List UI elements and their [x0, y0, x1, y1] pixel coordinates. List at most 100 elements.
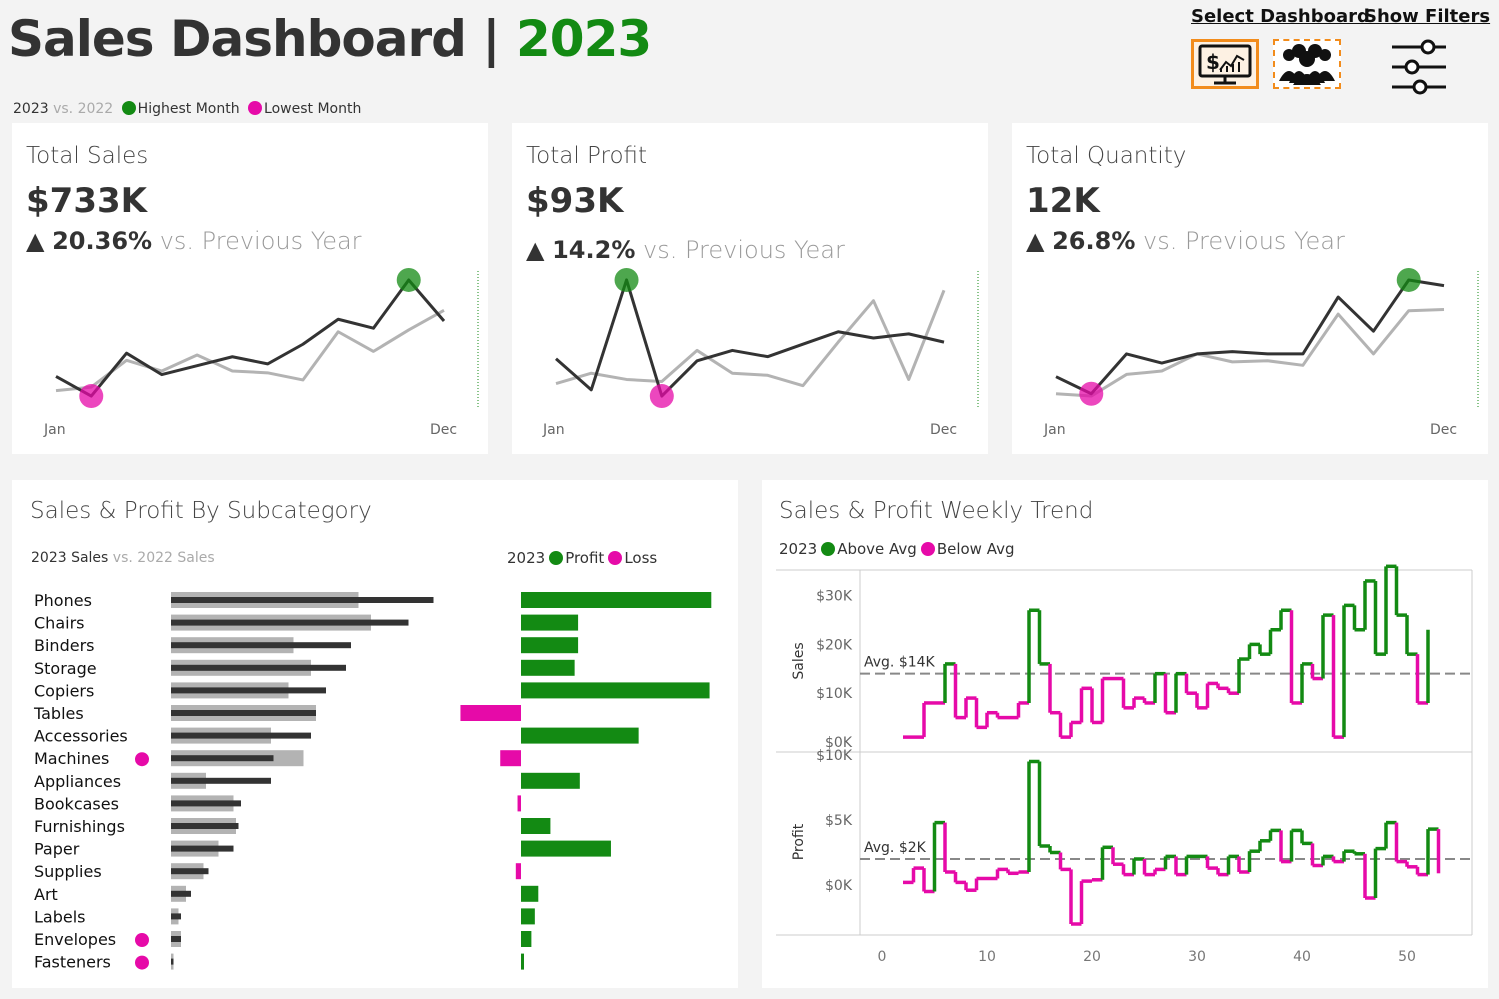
average-label: Avg. $2K: [864, 840, 927, 856]
sales-dashboard-button[interactable]: $: [1191, 39, 1259, 89]
bar-profit: [521, 931, 532, 947]
legend-current-year: 2023: [13, 101, 49, 117]
legend-lowest: Lowest Month: [264, 101, 362, 117]
legend-previous-year: 2022: [77, 101, 114, 117]
x-axis-end: Dec: [930, 422, 958, 438]
series-line-2023: [55, 278, 446, 398]
category-label: Accessories: [34, 727, 128, 746]
x-tick-label: 10: [978, 949, 996, 965]
bar-2023-sales: [171, 664, 346, 671]
legend-vs: vs.: [53, 101, 74, 117]
show-filters-label[interactable]: Show Filters: [1364, 6, 1490, 27]
bar-2023-sales: [171, 913, 181, 920]
bar-profit: [521, 637, 579, 654]
y-tick-label: $5K: [825, 813, 853, 829]
kpi-legend: 2023 vs. 2022 Highest Month Lowest Month: [13, 101, 361, 117]
x-axis-start: Jan: [1044, 422, 1066, 438]
category-label: Bookcases: [34, 794, 119, 813]
bar-profit: [521, 772, 580, 789]
subcategory-bar-chart: Phones Chairs Binders Storage Copiers Tables A…: [33, 591, 712, 972]
people-group-icon: [1279, 44, 1335, 85]
y-axis-title: Sales: [791, 642, 807, 679]
filters-sliders-icon[interactable]: [1390, 38, 1448, 96]
page-title: Sales Dashboard | 2023: [8, 10, 652, 68]
category-label: Paper: [34, 840, 80, 859]
weekly-trend-chart: $0K$10K$20K$30KSales Avg. $14K$0K$5K$10KP…: [776, 564, 1473, 965]
highest-month-dot: [121, 101, 136, 115]
bar-2023-sales: [171, 777, 271, 784]
bar-profit: [521, 614, 579, 631]
bar-profit: [515, 863, 521, 880]
select-dashboard-label[interactable]: Select Dashboard: [1191, 6, 1370, 27]
x-axis-start: Jan: [543, 422, 565, 438]
bar-profit: [460, 705, 521, 721]
quantity-sparkline-chart: [1055, 267, 1479, 409]
x-tick-label: 40: [1293, 949, 1311, 965]
monitor-dollar-icon: $: [1198, 44, 1252, 85]
x-axis-end: Dec: [1430, 422, 1458, 438]
x-tick-label: 0: [878, 949, 887, 965]
highest-month-marker: [614, 267, 639, 292]
highest-month-marker: [396, 267, 421, 292]
loss-flag-dot: [135, 933, 149, 947]
category-label: Binders: [34, 636, 94, 655]
y-tick-label: $0K: [825, 878, 853, 894]
bar-profit: [521, 659, 575, 676]
bar-profit: [521, 592, 712, 608]
legend-highest: Highest Month: [137, 101, 240, 117]
lowest-month-marker: [649, 384, 674, 409]
weekly-trend-card: Sales & Profit Weekly Trend 2023 Above Av…: [762, 480, 1488, 988]
bar-profit: [521, 885, 539, 902]
kpi-card-quantity: Total Quantity 12K ▲ 26.8% vs. Previous …: [1012, 123, 1488, 454]
category-label: Furnishings: [34, 817, 125, 836]
highest-month-marker: [1396, 267, 1421, 292]
category-label: Storage: [34, 659, 97, 678]
loss-flag-dot: [135, 752, 149, 767]
series-line-2022: [55, 309, 445, 393]
bar-2023-sales: [171, 732, 311, 739]
bar-2023-sales: [171, 687, 326, 694]
x-tick-label: 30: [1188, 949, 1206, 965]
category-label: Tables: [33, 704, 84, 723]
bar-2023-sales: [171, 597, 434, 603]
category-label: Phones: [34, 591, 92, 610]
bar-2023-sales: [171, 800, 241, 807]
y-tick-label: $20K: [816, 637, 853, 653]
bar-profit: [521, 682, 710, 699]
y-tick-label: $10K: [816, 686, 853, 702]
subcategory-card: Sales & Profit By Subcategory 2023 Sales…: [12, 480, 738, 988]
x-axis-start: Jan: [44, 422, 66, 438]
bar-2023-sales: [171, 868, 209, 875]
category-label: Appliances: [34, 772, 121, 791]
bar-2023-sales: [171, 936, 181, 942]
bar-profit: [521, 840, 611, 857]
x-axis-end: Dec: [430, 422, 458, 438]
profit-sparkline-chart: [555, 267, 979, 409]
bar-2023-sales: [171, 755, 274, 762]
lowest-month-dot: [248, 101, 263, 115]
bar-profit: [521, 953, 524, 970]
kpi-card-profit: Total Profit $93K ▲ 14.2% vs. Previous Y…: [512, 123, 988, 454]
x-tick-label: 20: [1083, 949, 1101, 965]
average-label: Avg. $14K: [864, 655, 936, 671]
title-text: Sales Dashboard |: [8, 10, 501, 68]
sales-sparkline-chart: [55, 267, 479, 409]
bar-2023-sales: [171, 710, 316, 716]
title-year: 2023: [516, 10, 652, 68]
category-label: Fasteners: [34, 953, 111, 972]
y-tick-label: $30K: [816, 589, 853, 605]
bar-profit: [500, 750, 521, 767]
bar-profit: [521, 818, 551, 834]
customer-dashboard-button[interactable]: [1273, 39, 1341, 89]
category-label: Chairs: [34, 614, 84, 633]
bar-profit: [517, 795, 521, 812]
x-tick-label: 50: [1398, 949, 1416, 965]
y-tick-label: $10K: [816, 748, 853, 764]
bar-2023-sales: [171, 845, 234, 852]
category-label: Envelopes: [34, 930, 116, 949]
lowest-month-marker: [1079, 381, 1104, 406]
category-label: Machines: [34, 749, 109, 768]
bar-profit: [521, 727, 639, 744]
bar-2023-sales: [171, 642, 351, 649]
svg-text:$: $: [1206, 50, 1220, 74]
